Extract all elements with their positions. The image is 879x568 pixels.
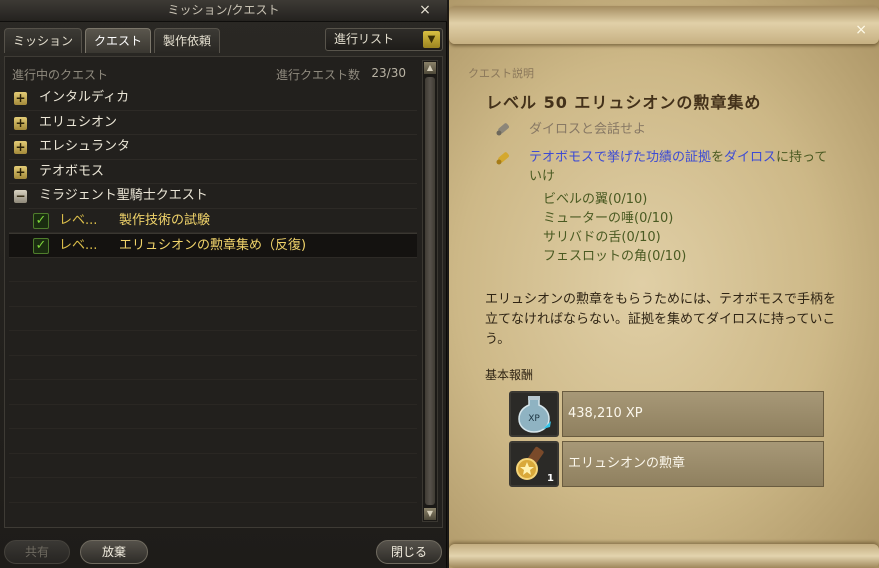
group-label: ミラジェント聖騎士クエスト bbox=[39, 188, 208, 203]
quest-count-label: 進行クエスト数 bbox=[275, 68, 360, 82]
group-label: インタルディカ bbox=[39, 90, 130, 105]
close-icon[interactable]: × bbox=[417, 2, 433, 18]
reward-label: 基本報酬 bbox=[485, 368, 534, 382]
reward-xp[interactable]: XP 438,210 XP bbox=[509, 391, 824, 437]
empty-row bbox=[9, 356, 417, 380]
svg-text:XP: XP bbox=[528, 414, 540, 424]
quest-count-value: 23/30 bbox=[371, 66, 406, 80]
close-icon[interactable]: × bbox=[855, 22, 867, 38]
scroll-roll-bottom bbox=[449, 544, 879, 568]
group-row-intaldika[interactable]: + インタルディカ bbox=[9, 86, 417, 111]
quest-detail-panel: × クエスト説明 レベル 50 エリュシオンの勲章集め ダイロスと会話せよ テオ… bbox=[449, 0, 879, 568]
reward-medal-name: エリュシオンの勲章 bbox=[562, 441, 824, 487]
empty-row bbox=[9, 380, 417, 405]
group-label: テオボモス bbox=[39, 163, 105, 179]
collapse-minus-icon[interactable]: − bbox=[14, 190, 27, 203]
quest-rows: + インタルディカ + エリュシオン + エレシュランタ + テオボモス − ミ… bbox=[9, 86, 417, 503]
quest-window: ミッション/クエスト × ミッション クエスト 製作依頼 進行リスト ▼ 進行中… bbox=[0, 0, 879, 568]
group-row-theobomos[interactable]: + テオボモス bbox=[9, 160, 417, 184]
quest-level: レベ... bbox=[59, 212, 98, 228]
filter-selected-value: 進行リスト bbox=[334, 32, 395, 46]
window-title: ミッション/クエスト bbox=[167, 3, 280, 17]
tab-bar: ミッション クエスト 製作依頼 bbox=[4, 28, 221, 53]
in-progress-label: 進行中のクエスト bbox=[12, 68, 109, 82]
scroll-up-icon[interactable]: ▲ bbox=[424, 62, 436, 74]
scroll-objective-icon bbox=[496, 123, 509, 136]
quest-name: 製作技術の試験 bbox=[119, 212, 211, 228]
group-row-elysion[interactable]: + エリュシオン bbox=[9, 111, 417, 135]
expand-plus-icon[interactable]: + bbox=[14, 92, 27, 105]
empty-row bbox=[9, 429, 417, 454]
quest-list-panel: ミッション/クエスト × ミッション クエスト 製作依頼 進行リスト ▼ 進行中… bbox=[0, 0, 447, 568]
expand-plus-icon[interactable]: + bbox=[14, 116, 27, 130]
checkmark-icon[interactable]: ✓ bbox=[33, 212, 49, 229]
empty-row bbox=[9, 307, 417, 331]
empty-row bbox=[9, 282, 417, 307]
quest-row-selected[interactable]: ✓ レベ... エリュシオンの勲章集め（反復) bbox=[9, 233, 417, 258]
scroll-thumb[interactable] bbox=[425, 77, 435, 505]
detail-section-label: クエスト説明 bbox=[468, 67, 534, 80]
empty-row bbox=[9, 258, 417, 282]
empty-row bbox=[9, 331, 417, 356]
abandon-button[interactable]: 放棄 bbox=[80, 540, 148, 564]
quest-list: 進行中のクエスト 進行クエスト数 23/30 + インタルディカ + エリュシオ… bbox=[4, 56, 443, 528]
reward-quantity: 1 bbox=[547, 473, 554, 484]
scroll-roll-top bbox=[449, 6, 879, 44]
objective-deliver: テオボモスで挙げた功績の証拠をダイロスに持っていけ bbox=[529, 150, 828, 184]
reward-xp-value: 438,210 XP bbox=[562, 391, 824, 437]
quest-row[interactable]: ✓ レベ... 製作技術の試験 bbox=[9, 209, 417, 233]
group-label: エレシュランタ bbox=[39, 139, 131, 154]
tab-quest[interactable]: クエスト bbox=[85, 28, 152, 53]
checkmark-icon[interactable]: ✓ bbox=[33, 238, 49, 254]
chevron-down-icon[interactable]: ▼ bbox=[423, 31, 440, 48]
objective-item: サリバドの舌(0/10) bbox=[543, 230, 661, 245]
expand-plus-icon[interactable]: + bbox=[14, 141, 27, 154]
quest-list-scrollbar[interactable]: ▲ ▼ bbox=[422, 60, 438, 522]
reward-medal[interactable]: 1 エリュシオンの勲章 bbox=[509, 441, 824, 487]
group-label: エリュシオン bbox=[39, 114, 118, 130]
group-row-mirajent-knights[interactable]: − ミラジェント聖騎士クエスト bbox=[9, 184, 417, 209]
empty-row bbox=[9, 405, 417, 429]
quest-list-header: 進行中のクエスト 進行クエスト数 23/30 bbox=[12, 66, 410, 82]
scroll-down-icon[interactable]: ▼ bbox=[424, 508, 436, 520]
scroll-objective-active-icon bbox=[496, 152, 509, 165]
objective-item: フェスロットの角(0/10) bbox=[543, 249, 687, 264]
quest-name: エリュシオンの勲章集め（反復) bbox=[119, 238, 307, 253]
xp-potion-icon[interactable]: XP bbox=[509, 391, 559, 437]
close-button[interactable]: 閉じる bbox=[376, 540, 442, 564]
window-titlebar[interactable]: ミッション/クエスト × bbox=[0, 0, 447, 22]
quest-title: レベル 50 エリュシオンの勲章集め bbox=[486, 93, 762, 112]
share-button[interactable]: 共有 bbox=[4, 540, 70, 564]
quest-description: エリュシオンの勲章をもらうためには、テオボモスで手柄を立てなければならない。証拠… bbox=[485, 292, 837, 347]
objective-item: ミューターの唾(0/10) bbox=[543, 211, 674, 226]
group-row-eleshranta[interactable]: + エレシュランタ bbox=[9, 135, 417, 160]
empty-row bbox=[9, 478, 417, 503]
bottom-button-bar: 共有 放棄 閉じる bbox=[0, 535, 447, 568]
empty-row bbox=[9, 454, 417, 478]
tab-mission[interactable]: ミッション bbox=[4, 28, 83, 53]
objective-item: ビベルの翼(0/10) bbox=[543, 192, 648, 207]
tab-crafting-request[interactable]: 製作依頼 bbox=[154, 28, 221, 53]
quest-filter-dropdown[interactable]: 進行リスト ▼ bbox=[325, 28, 443, 51]
quest-level: レベ... bbox=[59, 238, 98, 253]
medal-icon[interactable]: 1 bbox=[509, 441, 559, 487]
objective-talk: ダイロスと会話せよ bbox=[529, 122, 647, 137]
expand-plus-icon[interactable]: + bbox=[14, 165, 27, 179]
